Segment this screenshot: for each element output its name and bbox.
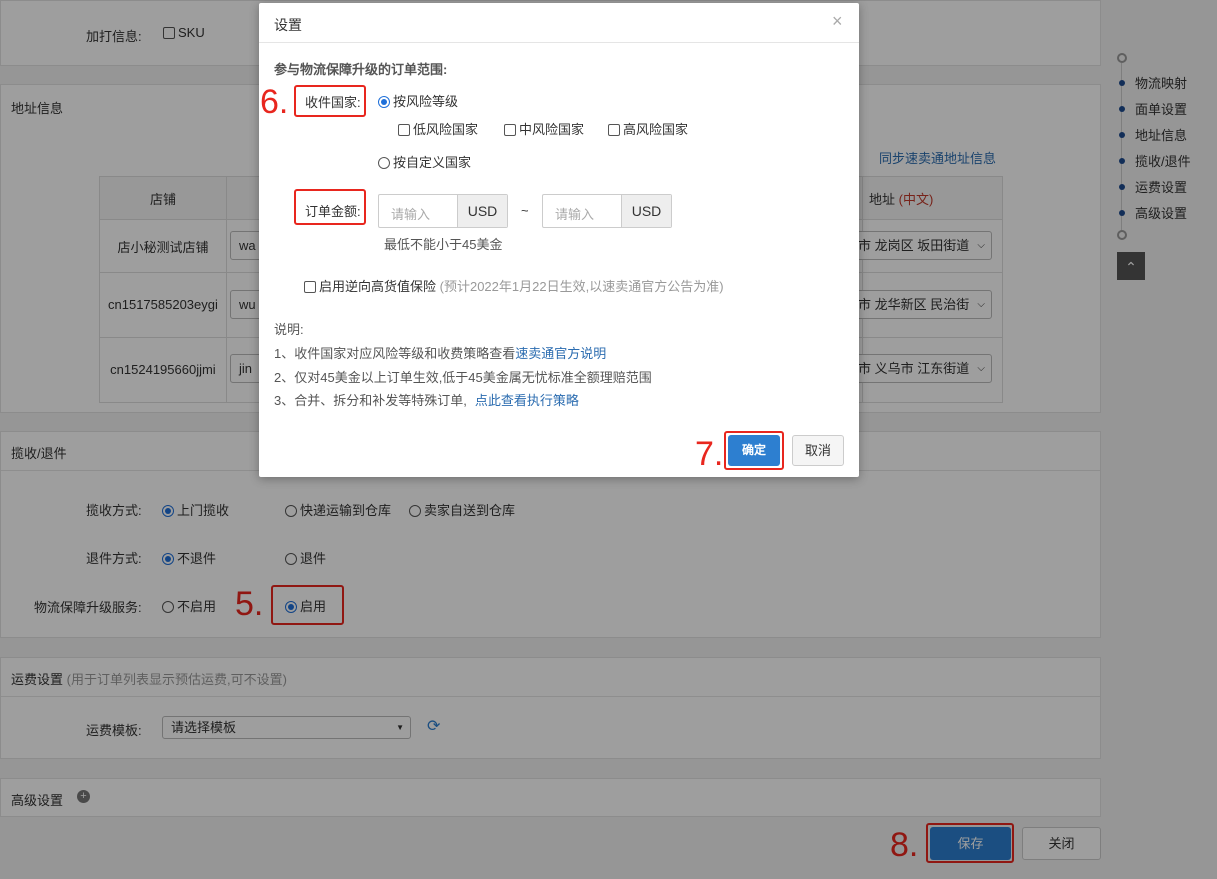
high-risk-checkbox[interactable]: 高风险国家 — [608, 119, 688, 138]
by-risk-radio[interactable]: 按风险等级 — [378, 91, 458, 110]
radio-icon — [378, 96, 390, 108]
amount-hint: 最低不能小于45美金 — [384, 237, 503, 252]
insurance-checkbox[interactable]: 启用逆向高货值保险 (预计2022年1月22日生效,以速卖通官方公告为准) — [304, 276, 724, 295]
checkbox-label: 低风险国家 — [413, 122, 479, 137]
amount-max-placeholder: 请输入 — [555, 207, 595, 222]
close-icon[interactable]: × — [832, 11, 843, 32]
currency-addon: USD — [621, 195, 671, 227]
annotation-box-confirm — [724, 431, 784, 470]
by-custom-radio[interactable]: 按自定义国家 — [378, 152, 471, 171]
radio-label: 按风险等级 — [393, 94, 459, 109]
currency-addon: USD — [457, 195, 507, 227]
checkbox-label: 高风险国家 — [623, 122, 689, 137]
checkbox-icon — [304, 281, 316, 293]
note-1-text: 1、收件国家对应风险等级和收费策略查看 — [274, 346, 516, 361]
radio-icon — [378, 157, 390, 169]
cancel-label: 取消 — [804, 443, 831, 458]
cancel-button[interactable]: 取消 — [792, 435, 844, 466]
official-doc-link[interactable]: 速卖通官方说明 — [515, 346, 606, 361]
policy-link[interactable]: 点此查看执行策略 — [475, 393, 579, 408]
annotation-box-amount — [294, 189, 366, 225]
range-separator: ~ — [521, 203, 529, 218]
dialog-title: 设置 — [274, 17, 302, 33]
note-3-text: 3、合并、拆分和补发等特殊订单, — [274, 393, 467, 408]
scope-title: 参与物流保障升级的订单范围: — [274, 62, 448, 77]
amount-min-input[interactable]: 请输入 USD — [378, 194, 508, 228]
checkbox-icon — [504, 124, 516, 136]
settings-dialog: 设置 × 参与物流保障升级的订单范围: 收件国家: 按风险等级 低风险国家 中风… — [259, 3, 859, 477]
amount-min-placeholder: 请输入 — [391, 207, 431, 222]
insurance-note: (预计2022年1月22日生效,以速卖通官方公告为准) — [439, 279, 724, 294]
note-3: 3、合并、拆分和补发等特殊订单, 点此查看执行策略 — [274, 390, 579, 409]
annotation-step-6: 6. — [260, 83, 289, 121]
checkbox-label: 中风险国家 — [519, 122, 585, 137]
checkbox-icon — [608, 124, 620, 136]
note-1: 1、收件国家对应风险等级和收费策略查看速卖通官方说明 — [274, 343, 606, 362]
low-risk-checkbox[interactable]: 低风险国家 — [398, 119, 478, 138]
note-2: 2、仅对45美金以上订单生效,低于45美金属无忧标准全额理赔范围 — [274, 370, 652, 385]
radio-label: 按自定义国家 — [393, 155, 472, 170]
mid-risk-checkbox[interactable]: 中风险国家 — [504, 119, 584, 138]
insurance-label: 启用逆向高货值保险 — [319, 279, 437, 294]
dialog-header-divider — [259, 42, 859, 43]
checkbox-icon — [398, 124, 410, 136]
notes-title: 说明: — [274, 322, 304, 337]
amount-max-input[interactable]: 请输入 USD — [542, 194, 672, 228]
annotation-box-country — [294, 85, 366, 117]
annotation-step-7: 7. — [695, 435, 724, 473]
